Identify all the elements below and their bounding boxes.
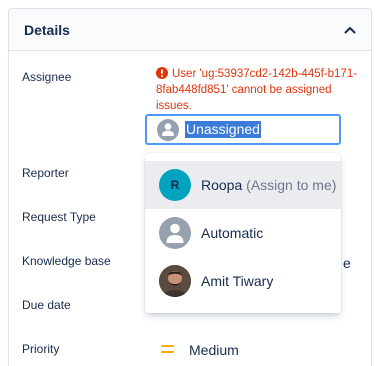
knowledge-base-label: Knowledge base <box>22 254 111 268</box>
user-photo-icon <box>159 265 191 297</box>
panel-title: Details <box>24 22 70 38</box>
assignee-input[interactable]: Unassigned <box>145 114 341 145</box>
assignee-input-value: Unassigned <box>185 121 261 138</box>
chevron-up-icon <box>344 27 356 34</box>
error-text: User 'ug:53937cd2-142b-445f-b171-8fab448… <box>156 68 358 112</box>
option-name: Roopa <box>201 177 243 193</box>
knowledge-base-value[interactable]: e <box>343 255 351 271</box>
due-date-label: Due date <box>22 298 71 312</box>
details-panel-header[interactable]: Details <box>9 9 371 51</box>
person-icon <box>157 118 179 141</box>
assignee-dropdown: R Roopa (Assign to me) Automatic Amit Ti… <box>145 153 341 313</box>
assignee-option-roopa[interactable]: R Roopa (Assign to me) <box>145 161 341 209</box>
collapse-button[interactable] <box>339 19 361 41</box>
reporter-label: Reporter <box>22 166 69 180</box>
person-icon <box>159 217 191 249</box>
avatar: R <box>159 169 191 201</box>
error-icon <box>156 67 168 79</box>
option-name: Amit Tiwary <box>201 273 274 289</box>
assignee-error-message: User 'ug:53937cd2-142b-445f-b171-8fab448… <box>156 66 366 114</box>
priority-medium-icon <box>161 343 174 355</box>
assignee-label: Assignee <box>22 70 72 84</box>
option-name: Automatic <box>201 225 264 241</box>
assignee-option-automatic[interactable]: Automatic <box>145 209 341 257</box>
priority-value[interactable]: Medium <box>189 342 239 358</box>
request-type-label: Request Type <box>22 210 96 224</box>
assignee-option-amit-tiwary[interactable]: Amit Tiwary <box>145 257 341 305</box>
assign-to-me-hint: (Assign to me) <box>246 177 337 193</box>
priority-label: Priority <box>22 342 60 356</box>
